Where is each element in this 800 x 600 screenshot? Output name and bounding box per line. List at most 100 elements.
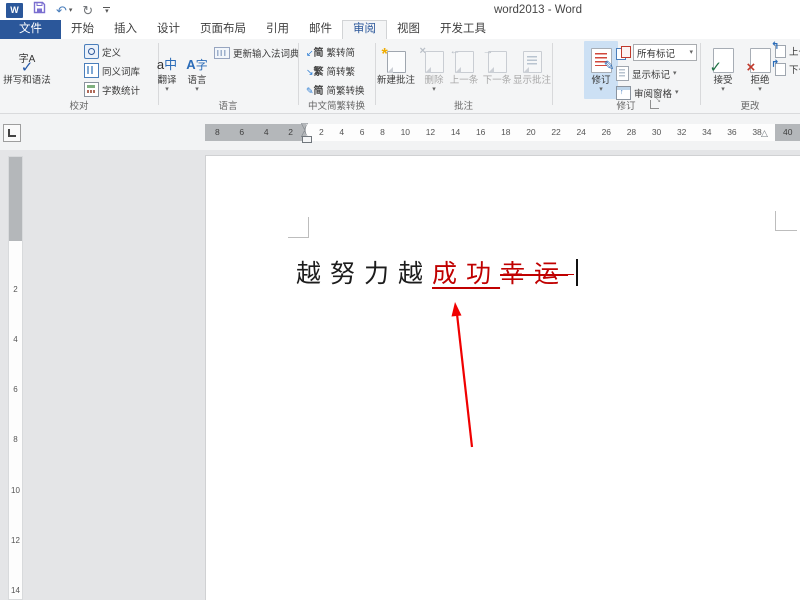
ribbon: 字A ✓ 拼写和语法 定义 同义词库 字数统计 校对 a中 翻译 ▾ — [0, 39, 800, 114]
ruler-number: 20 — [526, 124, 535, 141]
ruler-number: 40 — [783, 124, 792, 141]
group-label-comments: 批注 — [375, 98, 552, 112]
simp-to-trad-button[interactable]: ↘繁 简转繁 — [306, 63, 355, 78]
translate-icon: a中 — [157, 54, 177, 73]
simp-trad-convert-button[interactable]: ✎简 简繁转换 — [306, 82, 365, 97]
language-icon: A字 — [186, 56, 207, 73]
spelling-grammar-icon: 字A ✓ — [19, 55, 36, 73]
ribbon-tab-row: 文件 开始 插入 设计 页面布局 引用 邮件 审阅 视图 开发工具 — [0, 20, 800, 39]
translate-button[interactable]: a中 翻译 ▾ — [152, 41, 182, 94]
ruler-number: 12 — [11, 536, 20, 545]
text-cursor — [576, 259, 578, 286]
ruler-margin-numbers: 8642 — [205, 124, 306, 141]
tab-design[interactable]: 设计 — [147, 20, 190, 39]
track-changes-button[interactable]: ✎ 修订 ▾ — [584, 41, 618, 99]
show-comments-icon — [523, 51, 542, 73]
define-button[interactable]: 定义 — [84, 44, 121, 59]
right-indent-marker[interactable]: △ — [761, 129, 768, 138]
undo-button[interactable]: ↶ ▾ — [56, 4, 72, 17]
margin-crop-mark-right — [775, 211, 797, 231]
group-divider — [552, 43, 553, 105]
tab-file[interactable]: 文件 — [0, 20, 61, 39]
next-comment-button[interactable]: → 下一条 — [481, 41, 513, 86]
word-logo-icon: W — [6, 3, 23, 18]
tab-insert[interactable]: 插入 — [104, 20, 147, 39]
quick-access-toolbar: W ↶ ▾ ↻ ▾ — [6, 2, 110, 18]
tab-page-layout[interactable]: 页面布局 — [190, 20, 256, 39]
previous-change-button[interactable]: ↰ 上一 — [772, 44, 800, 58]
accept-button[interactable]: ✓ 接受 ▾ — [704, 41, 742, 94]
ruler-number: 2 — [13, 285, 17, 294]
trad-to-simp-button[interactable]: ↙简 繁转简 — [306, 44, 355, 59]
simp-to-trad-icon: ↘繁 — [306, 63, 324, 78]
text-deleted[interactable]: 幸运 — [500, 260, 568, 288]
word-count-icon — [84, 82, 99, 97]
redo-button[interactable]: ↻ — [82, 4, 93, 17]
delete-comment-button[interactable]: × 删除 ▾ — [421, 41, 447, 94]
show-comments-button[interactable]: 显示批注 — [512, 41, 552, 86]
define-icon — [84, 44, 99, 59]
titlebar: W ↶ ▾ ↻ ▾ word2013 - Word — [0, 0, 800, 20]
ruler-number: 34 — [702, 124, 711, 141]
strikethrough-tail — [561, 274, 574, 276]
ruler-number: 28 — [627, 124, 636, 141]
display-for-review-select[interactable]: 所有标记 ▾ — [633, 44, 697, 61]
save-button[interactable] — [33, 1, 46, 19]
thesaurus-button[interactable]: 同义词库 — [84, 63, 140, 78]
language-button[interactable]: A字 语言 ▾ — [183, 41, 211, 94]
customize-qat-button[interactable]: ▾ — [103, 7, 110, 14]
previous-comment-button[interactable]: ← 上一条 — [448, 41, 480, 86]
tab-view[interactable]: 视图 — [387, 20, 430, 39]
ruler-number: 8 — [13, 435, 17, 444]
tab-developer[interactable]: 开发工具 — [430, 20, 496, 39]
ruler-number: 4 — [13, 335, 17, 344]
save-icon — [33, 1, 46, 14]
track-changes-icon: ✎ — [591, 48, 612, 73]
tab-stop-selector[interactable] — [3, 124, 21, 142]
display-for-review-row: 所有标记 ▾ — [616, 44, 697, 61]
ruler-number: 14 — [11, 586, 20, 595]
tab-references[interactable]: 引用 — [256, 20, 299, 39]
text-inserted[interactable]: 成功 — [432, 260, 500, 288]
ruler-number: 10 — [11, 486, 20, 495]
tracking-dialog-launcher-icon[interactable] — [650, 100, 659, 109]
ruler-number: 6 — [13, 385, 17, 394]
simp-trad-convert-icon: ✎简 — [306, 82, 324, 97]
left-tab-icon — [8, 129, 16, 137]
ruler-number: 2 — [288, 124, 293, 141]
ruler-number: 14 — [451, 124, 460, 141]
tab-review[interactable]: 审阅 — [342, 20, 387, 39]
next-change-button[interactable]: ↱ 下一 — [772, 62, 800, 76]
keyboard-icon — [214, 47, 230, 59]
group-label-language: 语言 — [158, 98, 298, 112]
previous-comment-icon: ← — [455, 51, 474, 73]
ruler-number: 36 — [727, 124, 736, 141]
group-divider — [298, 43, 299, 105]
reject-icon: × — [750, 48, 771, 73]
spelling-grammar-button[interactable]: 字A ✓ 拼写和语法 — [2, 41, 52, 86]
trad-to-simp-icon: ↙简 — [306, 44, 324, 59]
word-window: W ↶ ▾ ↻ ▾ word2013 - Word 文件 开始 插入 — [0, 0, 800, 600]
new-comment-icon: * — [387, 51, 406, 73]
undo-dropdown-icon[interactable]: ▾ — [69, 6, 73, 14]
tab-mailings[interactable]: 邮件 — [299, 20, 342, 39]
tab-home[interactable]: 开始 — [61, 20, 104, 39]
group-label-tracking: 修订 — [552, 98, 700, 112]
ruler-number: 24 — [576, 124, 585, 141]
ruler-number: 8 — [380, 124, 385, 141]
window-title: word2013 - Word — [494, 4, 582, 16]
ruler-number: 6 — [360, 124, 365, 141]
ruler-number: 4 — [339, 124, 344, 141]
new-comment-button[interactable]: * 新建批注 — [372, 41, 420, 86]
group-label-proofing: 校对 — [0, 98, 158, 112]
ruler-number: 4 — [264, 124, 269, 141]
ruler-number: 6 — [239, 124, 244, 141]
text-normal[interactable]: 越努力越 — [296, 260, 432, 288]
update-ime-dictionary-button[interactable]: 更新输入法词典 — [214, 46, 300, 60]
document-text-line[interactable]: 越努力越成功幸运 — [296, 254, 578, 290]
ruler-number: 12 — [426, 124, 435, 141]
ruler-number: 18 — [501, 124, 510, 141]
show-markup-button[interactable]: 显示标记 ▾ — [616, 66, 677, 81]
word-count-button[interactable]: 字数统计 — [84, 82, 140, 97]
left-indent-marker[interactable] — [302, 136, 312, 143]
